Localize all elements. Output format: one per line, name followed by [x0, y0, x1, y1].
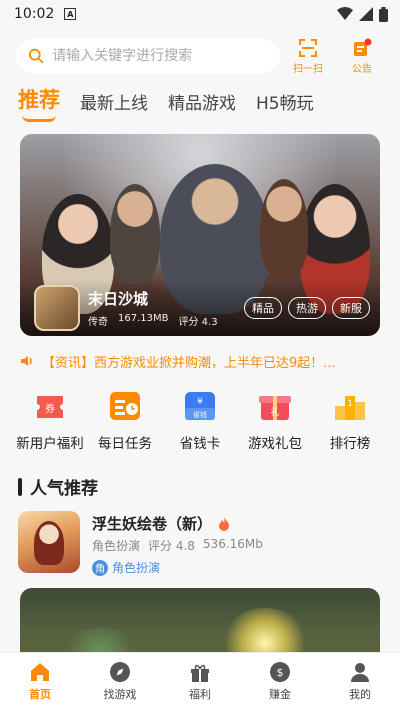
- scan-button[interactable]: 扫一扫: [282, 38, 334, 75]
- task-calendar-icon: [110, 392, 140, 420]
- quick-link-label: 省钱卡: [179, 436, 221, 452]
- category-tabs: 推荐 最新上线 精品游戏 H5畅玩: [0, 78, 400, 122]
- quick-link-gift-pack[interactable]: 礼 游戏礼包: [239, 386, 311, 452]
- nav-benefits[interactable]: 福利: [170, 661, 230, 702]
- svg-text:¥: ¥: [197, 397, 203, 407]
- banner-tag: 热游: [288, 297, 326, 319]
- speaker-icon: [21, 356, 32, 366]
- banner-size: 167.13MB: [118, 313, 169, 324]
- status-bar: 10:02 A: [0, 0, 400, 28]
- tab-premium[interactable]: 精品游戏: [168, 89, 236, 122]
- notice-button[interactable]: 公告: [336, 38, 388, 75]
- game-score: 评分 4.8: [148, 539, 195, 553]
- nav-label: 我的: [349, 688, 371, 701]
- nav-earn[interactable]: $ 赚金: [250, 661, 310, 702]
- nav-profile[interactable]: 我的: [330, 661, 390, 702]
- podium-icon: 1: [335, 396, 365, 420]
- game-list-item[interactable]: 浮生妖绘卷（新） 角色扮演 评分 4.8 536.16Mb 角 角色扮演: [0, 511, 400, 576]
- news-ticker-text: 【资讯】西方游戏业掀并购潮，上半年已达9起！...: [42, 355, 336, 371]
- game-category: 角色扮演: [92, 539, 141, 553]
- money-card-icon: ¥ 省钱: [185, 392, 215, 420]
- banner-figure: [110, 184, 160, 284]
- notice-label: 公告: [352, 63, 372, 75]
- gift-coupon-icon: 券: [37, 396, 63, 418]
- genre-tag: 角 角色扮演: [92, 559, 263, 576]
- nav-find-games[interactable]: 找游戏: [90, 661, 150, 702]
- banner-figure: [260, 179, 308, 279]
- game-title: 浮生妖绘卷（新）: [92, 515, 213, 533]
- quick-link-label: 游戏礼包: [248, 436, 302, 452]
- notification-icon: A: [64, 8, 77, 20]
- search-input[interactable]: [52, 48, 268, 64]
- svg-text:$: $: [277, 666, 284, 679]
- section-header: 人气推荐: [0, 474, 400, 499]
- banner-title: 末日沙城: [88, 290, 149, 308]
- banner-game-icon: [34, 285, 80, 331]
- gift-box-icon: 礼: [259, 396, 291, 420]
- compass-icon: [110, 662, 130, 682]
- quick-link-new-user[interactable]: 券 新用户福利: [14, 386, 86, 452]
- quick-link-label: 排行榜: [329, 436, 371, 452]
- svg-text:省钱: 省钱: [193, 410, 207, 419]
- nav-label: 找游戏: [103, 688, 137, 701]
- section-title: 人气推荐: [30, 479, 98, 499]
- quick-link-daily-task[interactable]: 每日任务: [89, 386, 161, 452]
- svg-text:1: 1: [347, 399, 352, 408]
- gift-icon: [191, 664, 209, 682]
- battery-icon: [379, 6, 388, 22]
- banner-info-bar: 末日沙城 传奇 167.13MB 评分 4.3 精品 热游 新服: [20, 280, 380, 336]
- svg-text:券: 券: [45, 402, 55, 415]
- search-icon: [28, 48, 44, 64]
- quick-link-label: 新用户福利: [16, 436, 84, 452]
- signal-icon: [359, 7, 373, 21]
- search-bar[interactable]: [16, 39, 280, 73]
- quick-link-ranking[interactable]: 1 排行榜: [314, 386, 386, 452]
- banner-tag: 新服: [332, 297, 370, 319]
- scan-label: 扫一扫: [293, 63, 323, 75]
- svg-text:礼: 礼: [270, 406, 279, 418]
- money-bag-icon: $: [270, 662, 290, 682]
- game-icon: [18, 511, 80, 573]
- genre-badge-icon: 角: [92, 559, 108, 576]
- fire-icon: [219, 516, 230, 531]
- banner-category: 传奇: [88, 317, 108, 328]
- scan-icon: [299, 38, 317, 57]
- section-title-bar: [18, 477, 22, 496]
- quick-link-label: 每日任务: [98, 436, 152, 452]
- home-icon: [31, 663, 49, 681]
- game-size: 536.16Mb: [202, 537, 263, 551]
- nav-label: 赚金: [269, 688, 291, 701]
- game-icon-figure: [34, 521, 64, 565]
- announcement-icon: [354, 38, 372, 56]
- nav-label: 福利: [189, 688, 211, 701]
- bottom-nav: 首页 找游戏 福利 $ 赚金 我的: [0, 652, 400, 710]
- featured-banner[interactable]: 末日沙城 传奇 167.13MB 评分 4.3 精品 热游 新服: [20, 134, 380, 336]
- nav-home[interactable]: 首页: [10, 661, 70, 702]
- wifi-icon: [337, 7, 353, 20]
- banner-score: 评分 4.3: [178, 317, 218, 328]
- genre-tag-label: 角色扮演: [112, 561, 161, 575]
- tab-recommend[interactable]: 推荐: [18, 84, 60, 122]
- banner-tag: 精品: [244, 297, 282, 319]
- user-icon: [351, 663, 369, 682]
- tab-h5[interactable]: H5畅玩: [256, 89, 314, 122]
- status-time: 10:02: [14, 6, 55, 22]
- quick-links: 券 新用户福利 每日任务 ¥ 省钱 省钱卡 礼 游戏礼包 1 排行榜: [0, 386, 400, 452]
- header: 扫一扫 公告: [0, 28, 400, 78]
- news-ticker[interactable]: 【资讯】西方游戏业掀并购潮，上半年已达9起！...: [0, 350, 400, 372]
- nav-label: 首页: [29, 688, 51, 701]
- quick-link-saving-card[interactable]: ¥ 省钱 省钱卡: [164, 386, 236, 452]
- tab-newest[interactable]: 最新上线: [80, 89, 148, 122]
